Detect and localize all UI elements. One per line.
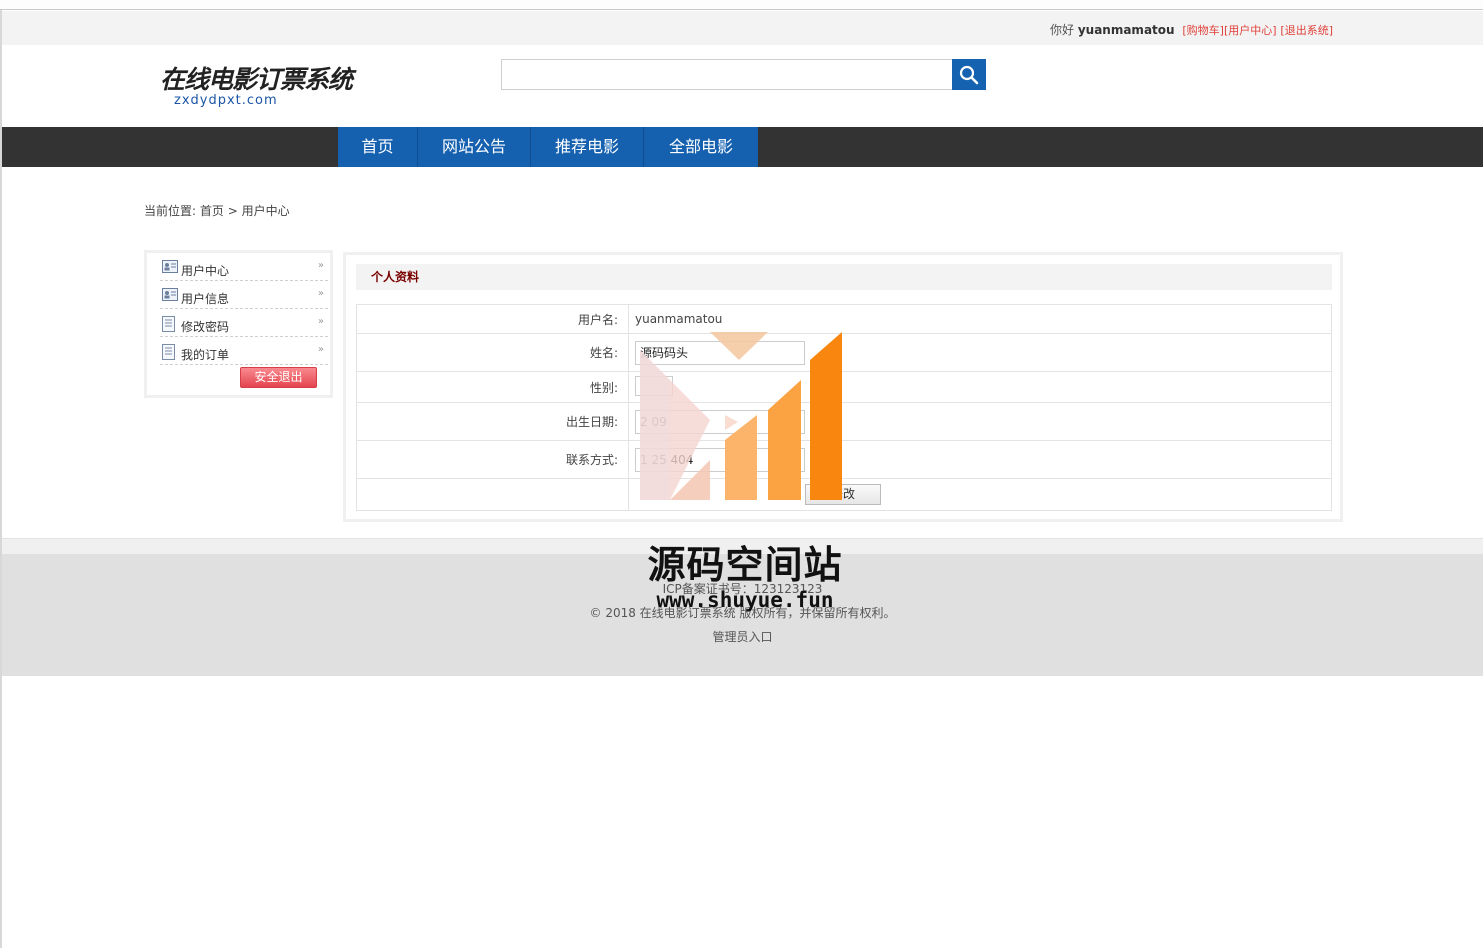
chevron-right-icon: » bbox=[317, 344, 324, 355]
search-button[interactable] bbox=[952, 59, 986, 90]
nav-item-all-movies[interactable]: 全部电影 bbox=[644, 127, 758, 167]
sidebar-item-user-center[interactable]: 用户中心 » bbox=[160, 255, 328, 281]
user-greeting: 你好 yuanmamatou [购物车][用户中心] [退出系统] bbox=[1050, 21, 1333, 38]
document-icon bbox=[162, 344, 175, 360]
admin-entry-link[interactable]: 管理员入口 bbox=[2, 628, 1483, 645]
username-text: yuanmamatou bbox=[1077, 23, 1175, 37]
greeting-text: 你好 bbox=[1049, 23, 1074, 37]
logo-title: 在线电影订票系统 bbox=[160, 65, 353, 94]
nav-item-announcements[interactable]: 网站公告 bbox=[418, 127, 531, 167]
birthday-field[interactable]: 2 09 bbox=[635, 409, 805, 434]
profile-form: 用户名: yuanmamatou 姓名: 源码码头 性别: 出生日期: 2 09… bbox=[356, 304, 1332, 511]
document-icon bbox=[162, 316, 175, 332]
sidebar-item-label: 修改密码 bbox=[181, 320, 230, 334]
sidebar-item-change-password[interactable]: 修改密码 » bbox=[160, 311, 328, 337]
safe-logout-button[interactable]: 安全退出 bbox=[240, 367, 317, 388]
search-input[interactable] bbox=[501, 59, 953, 90]
footer-divider bbox=[2, 538, 1483, 554]
window-top-edge bbox=[0, 0, 1483, 10]
profile-panel: 个人资料 用户名: yuanmamatou 姓名: 源码码头 性别: 出生日期:… bbox=[343, 252, 1343, 522]
name-field[interactable]: 源码码头 bbox=[635, 340, 805, 365]
username-label: 用户名: bbox=[356, 304, 629, 334]
nav-item-home[interactable]: 首页 bbox=[338, 127, 418, 167]
table-row: 联系方式: 1 25 404 bbox=[356, 440, 1332, 479]
user-card-icon bbox=[162, 260, 178, 273]
table-row: 修改 bbox=[356, 478, 1332, 511]
breadcrumb-current: 用户中心 bbox=[241, 204, 290, 218]
table-row: 出生日期: 2 09 bbox=[356, 402, 1332, 441]
icp-text: ICP备案证书号：123123123 bbox=[662, 582, 823, 596]
sidebar-item-label: 我的订单 bbox=[181, 348, 230, 362]
gender-label: 性别: bbox=[356, 371, 629, 403]
chevron-right-icon: » bbox=[317, 316, 324, 327]
breadcrumb-prefix: 当前位置: bbox=[144, 204, 197, 218]
sidebar-item-user-info[interactable]: 用户信息 » bbox=[160, 283, 328, 309]
search-icon bbox=[959, 65, 979, 84]
site-header: 在线电影订票系统 zxdydpxt.com bbox=[2, 45, 1483, 127]
table-row: 性别: bbox=[356, 371, 1332, 403]
site-footer: ICP备案证书号：123123123 © 2018 在线电影订票系统 版权所有，… bbox=[2, 554, 1483, 676]
chevron-right-icon: » bbox=[317, 288, 324, 299]
contact-field[interactable]: 1 25 404 bbox=[635, 447, 805, 472]
username-value: yuanmamatou bbox=[628, 304, 1332, 334]
cart-link[interactable]: [购物车] bbox=[1182, 24, 1224, 37]
logout-link[interactable]: [退出系统] bbox=[1280, 24, 1333, 37]
user-sidebar: 用户中心 » 用户信息 » 修改密码 » 我的订单 » 安全退出 bbox=[144, 250, 333, 398]
sidebar-item-label: 用户信息 bbox=[181, 292, 230, 306]
name-label: 姓名: bbox=[356, 333, 629, 372]
nav-item-recommended[interactable]: 推荐电影 bbox=[531, 127, 644, 167]
gender-select[interactable] bbox=[635, 375, 673, 396]
logo-url: zxdydpxt.com bbox=[174, 93, 278, 108]
breadcrumb-separator: > bbox=[227, 204, 238, 218]
birthday-label: 出生日期: bbox=[356, 402, 629, 441]
contact-label: 联系方式: bbox=[356, 440, 629, 479]
table-row: 用户名: yuanmamatou bbox=[356, 304, 1332, 334]
main-nav: 首页 网站公告 推荐电影 全部电影 bbox=[2, 127, 1483, 167]
site-logo[interactable]: 在线电影订票系统 zxdydpxt.com bbox=[160, 65, 353, 111]
profile-title: 个人资料 bbox=[356, 264, 1332, 290]
empty-cell bbox=[356, 478, 629, 511]
copyright-text: © 2018 在线电影订票系统 版权所有，并保留所有权利。 bbox=[589, 606, 896, 620]
top-bar: 你好 yuanmamatou [购物车][用户中心] [退出系统] bbox=[2, 11, 1483, 45]
sidebar-item-label: 用户中心 bbox=[181, 264, 230, 278]
breadcrumb: 当前位置: 首页 > 用户中心 bbox=[144, 202, 290, 219]
table-row: 姓名: 源码码头 bbox=[356, 333, 1332, 372]
user-center-link[interactable]: [用户中心] bbox=[1224, 24, 1277, 37]
user-card-icon bbox=[162, 288, 178, 301]
sidebar-item-my-orders[interactable]: 我的订单 » bbox=[160, 339, 328, 365]
modify-button[interactable]: 修改 bbox=[805, 484, 881, 505]
chevron-right-icon: » bbox=[317, 260, 324, 271]
breadcrumb-home-link[interactable]: 首页 bbox=[200, 204, 224, 218]
